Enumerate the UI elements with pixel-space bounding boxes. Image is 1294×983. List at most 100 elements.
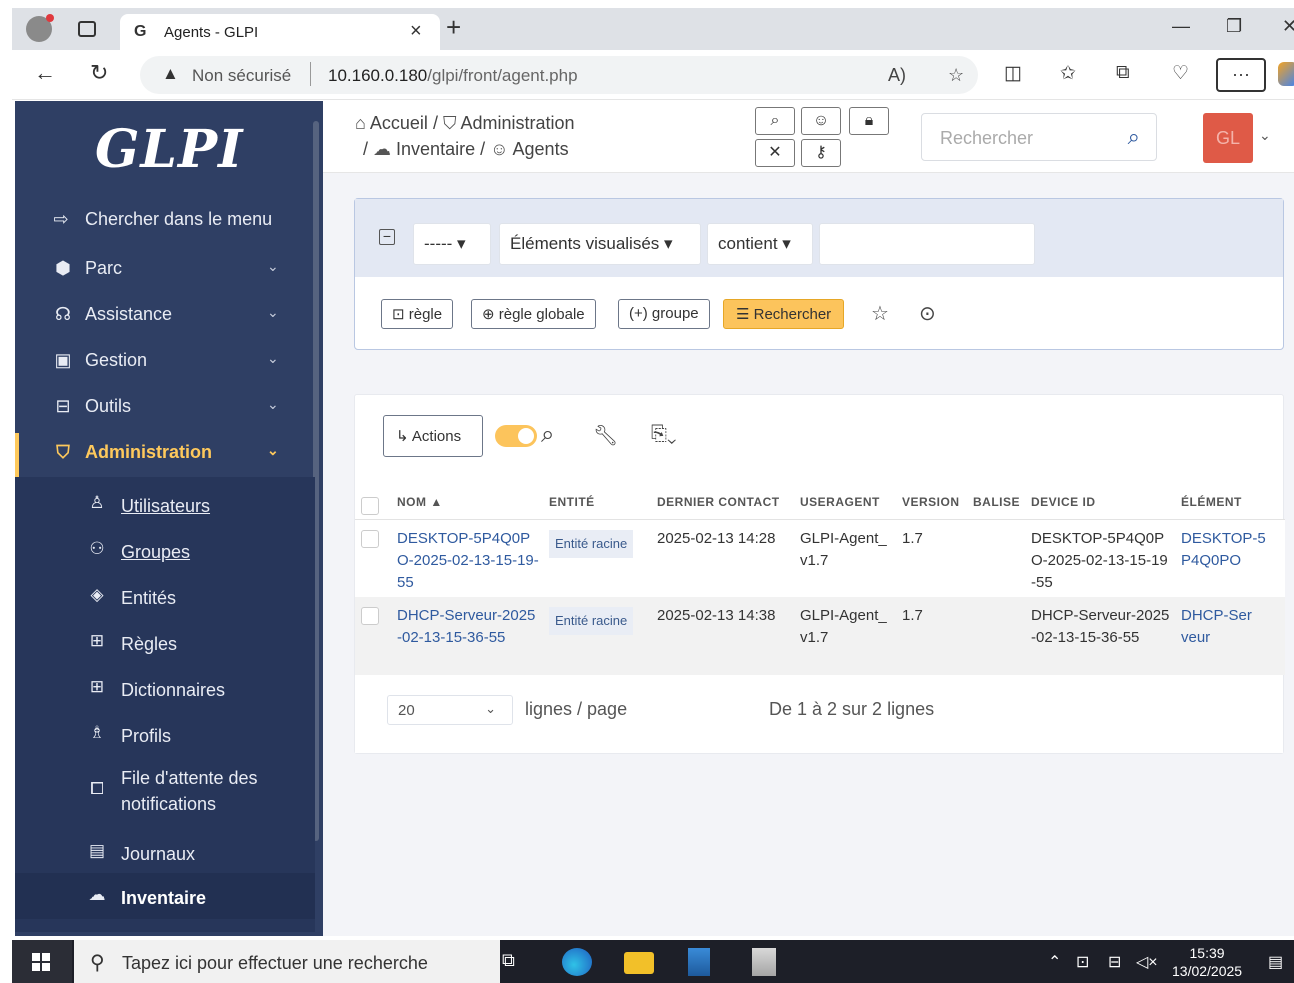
key-button[interactable]: ⚷ — [801, 139, 841, 167]
column-header-version[interactable]: VERSION — [902, 481, 973, 520]
close-button[interactable]: ✕ — [755, 139, 795, 167]
glpi-logo[interactable]: GLPI — [95, 119, 243, 180]
sidebar-item-dictionnaires[interactable]: ⊞ Dictionnaires — [15, 665, 315, 709]
menu-parc[interactable]: ⬢ Parc ⌄ — [15, 248, 315, 288]
export-icon[interactable]: ⎘⌄ — [651, 423, 676, 446]
clock[interactable]: 15:39 13/02/2025 — [1172, 944, 1242, 980]
breadcrumb-administration[interactable]: Administration — [460, 113, 574, 133]
server-manager-icon[interactable] — [688, 948, 710, 976]
sidebar-item-groupes[interactable]: ⚇ Groupes — [15, 527, 315, 571]
row-checkbox[interactable] — [361, 607, 379, 625]
column-header-nom[interactable]: NOM ▲ — [397, 481, 549, 520]
lock-button[interactable]: 🔒︎ — [849, 107, 889, 135]
favorite-star-icon[interactable]: ☆ — [948, 65, 964, 86]
search-list-button[interactable]: ⌕ — [755, 107, 795, 135]
close-tab-icon[interactable]: × — [410, 20, 422, 43]
search-input[interactable]: Rechercher — [940, 128, 1033, 149]
column-header-balise[interactable]: BALISE — [973, 481, 1031, 520]
browser-essentials-icon[interactable]: ♡ — [1172, 62, 1189, 85]
sidebar-item-regles[interactable]: ⊞ Règles — [15, 619, 315, 663]
breadcrumb-agents[interactable]: Agents — [513, 139, 569, 159]
field-select[interactable]: ----- ▾ — [413, 223, 491, 265]
more-menu-icon[interactable]: ··· — [1216, 58, 1266, 92]
sidebar-item-utilisateurs[interactable]: ♙ Utilisateurs — [15, 481, 315, 525]
notepad-icon[interactable] — [752, 948, 776, 976]
select-all-checkbox[interactable] — [361, 497, 379, 515]
row-checkbox[interactable] — [361, 529, 379, 548]
search-button[interactable]: ☰ Rechercher — [723, 299, 845, 329]
menu-gestion[interactable]: ▣ Gestion ⌄ — [15, 340, 315, 380]
chevron-up-icon[interactable]: ⌃ — [1048, 952, 1061, 972]
breadcrumb-inventaire[interactable]: Inventaire — [396, 139, 475, 159]
sidebar-item-entites[interactable]: ◈ Entités — [15, 573, 315, 617]
remove-criterion-icon[interactable]: − — [379, 229, 395, 245]
tray-app-icon[interactable]: ⊡ — [1076, 952, 1089, 972]
avatar[interactable]: GL — [1203, 113, 1253, 163]
global-search[interactable]: Rechercher ⌕ — [921, 113, 1157, 161]
copilot-icon[interactable] — [1278, 62, 1294, 86]
restore-icon[interactable]: ❐ — [1226, 16, 1242, 37]
sidebar-item-notifications-queue[interactable]: ⧠ File d'attente des notifications — [15, 759, 315, 819]
column-header-useragent[interactable]: USERAGENT — [800, 481, 902, 520]
url-text[interactable]: 10.160.0.180/glpi/front/agent.php — [328, 66, 578, 86]
wrench-icon[interactable]: 🔧︎ — [593, 423, 618, 448]
menu-outils[interactable]: ⊟ Outils ⌄ — [15, 386, 315, 426]
chevron-down-icon[interactable]: ⌄ — [1259, 127, 1271, 144]
sidebar-item-profils[interactable]: ♗ Profils — [15, 711, 315, 755]
entity-badge[interactable]: Entité racine — [549, 529, 634, 558]
collections-icon[interactable]: ⧉ — [1116, 62, 1130, 84]
split-screen-icon[interactable]: ◫ — [1004, 62, 1022, 85]
clock-time: 15:39 — [1189, 945, 1225, 961]
profile-icon[interactable] — [26, 14, 54, 42]
back-icon[interactable]: ← — [34, 60, 56, 86]
network-icon[interactable]: ⊟ — [1108, 952, 1121, 972]
task-view-icon[interactable]: ⧉ — [502, 950, 515, 971]
favorites-icon[interactable]: ✩ — [1060, 62, 1076, 85]
element-link[interactable]: DESKTOP-5P4Q0PO — [1181, 530, 1266, 569]
sidebar-item-journaux[interactable]: ▤ Journaux — [15, 829, 315, 873]
save-search-star-icon[interactable]: ☆ — [871, 301, 889, 326]
sidebar-item-inventaire[interactable]: ☁ Inventaire — [15, 873, 315, 919]
new-tab-icon[interactable]: + — [446, 12, 461, 43]
menu-assistance[interactable]: ☊ Assistance ⌄ — [15, 294, 315, 334]
add-group-button[interactable]: (+) groupe — [618, 299, 710, 329]
edge-icon[interactable] — [562, 948, 592, 976]
read-aloud-icon[interactable]: A) — [888, 65, 906, 86]
reset-search-icon[interactable]: ⊙ — [919, 301, 936, 326]
criterion-value-input[interactable] — [819, 223, 1035, 265]
start-button[interactable] — [12, 940, 72, 983]
tab-actions-icon[interactable] — [78, 21, 96, 37]
close-window-icon[interactable]: ✕ — [1282, 16, 1294, 37]
volume-muted-icon[interactable]: ◁× — [1136, 952, 1158, 972]
element-link[interactable]: DHCP-Serveur — [1181, 607, 1252, 646]
toggle-switch[interactable] — [495, 425, 537, 447]
column-header-device-id[interactable]: DEVICE ID — [1031, 481, 1181, 520]
taskbar-search-input[interactable]: Tapez ici pour effectuer une recherche — [122, 953, 428, 974]
search-icon[interactable]: ⌕ — [1128, 124, 1140, 150]
entity-badge[interactable]: Entité racine — [549, 607, 634, 635]
notification-icon[interactable]: ▤ — [1268, 952, 1283, 972]
agent-button[interactable]: ☺ — [801, 107, 841, 135]
agent-name-link[interactable]: DHCP-Serveur-2025-02-13-15-36-55 — [397, 607, 535, 646]
column-header-entite[interactable]: ENTITÉ — [549, 481, 657, 520]
browser-tab[interactable]: G Agents - GLPI × — [120, 14, 440, 50]
search-icon[interactable]: ⌕ — [541, 421, 554, 449]
column-select[interactable]: Éléments visualisés ▾ — [499, 223, 701, 265]
column-header-dernier-contact[interactable]: DERNIER CONTACT — [657, 481, 800, 520]
add-global-rule-button[interactable]: ⊕ règle globale — [471, 299, 596, 329]
menu-administration[interactable]: ⛉ Administration ⌄ — [15, 432, 315, 472]
url-bar[interactable]: ▲ Non sécurisé 10.160.0.180/glpi/front/a… — [140, 56, 978, 94]
agent-name-link[interactable]: DESKTOP-5P4Q0PO-2025-02-13-15-19-55 — [397, 530, 539, 591]
breadcrumb-accueil[interactable]: Accueil — [370, 113, 428, 133]
operator-select[interactable]: contient ▾ — [707, 223, 813, 265]
menu-search[interactable]: ⇨ Chercher dans le menu — [15, 199, 315, 239]
taskbar-search[interactable]: ⚲ Tapez ici pour effectuer une recherche — [74, 940, 500, 983]
column-header-element[interactable]: ÉLÉMENT — [1181, 481, 1285, 520]
actions-button[interactable]: ↳ Actions — [383, 415, 483, 457]
reload-icon[interactable]: ↻ — [90, 60, 108, 86]
minimize-icon[interactable]: — — [1172, 16, 1190, 37]
add-rule-button[interactable]: ⊡ règle — [381, 299, 454, 329]
not-secure-label[interactable]: Non sécurisé — [192, 66, 291, 86]
per-page-select[interactable]: 20 ⌄ — [387, 695, 513, 725]
file-explorer-icon[interactable] — [624, 952, 654, 974]
